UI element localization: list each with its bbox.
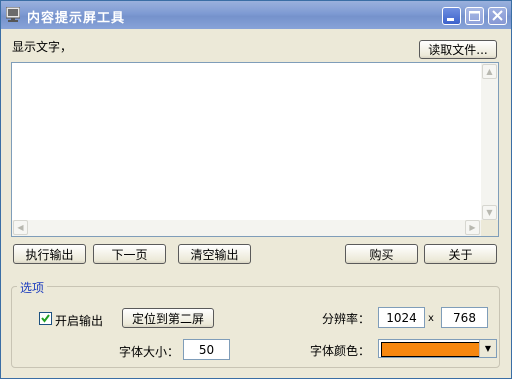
about-button[interactable]: 关于 bbox=[424, 244, 497, 264]
enable-output-label: 开启输出 bbox=[55, 314, 104, 328]
font-size-label: 字体大小： bbox=[119, 345, 180, 359]
clear-output-button[interactable]: 清空输出 bbox=[178, 244, 251, 264]
resolution-height-input[interactable] bbox=[441, 307, 488, 328]
buy-button[interactable]: 购买 bbox=[345, 244, 418, 264]
font-color-label: 字体颜色： bbox=[310, 344, 371, 358]
maximize-icon bbox=[469, 11, 480, 21]
chevron-left-icon: ◀ bbox=[17, 223, 24, 232]
minimize-button[interactable] bbox=[442, 7, 461, 25]
resolution-label: 分辨率： bbox=[322, 312, 371, 326]
enable-output-checkbox[interactable] bbox=[39, 312, 52, 325]
horizontal-scrollbar[interactable]: ◀ ▶ bbox=[12, 220, 481, 236]
minimize-icon bbox=[447, 18, 454, 21]
maximize-button[interactable] bbox=[465, 7, 484, 25]
locate-second-screen-button[interactable]: 定位到第二屏 bbox=[122, 308, 214, 328]
scroll-down-arrow[interactable]: ▼ bbox=[482, 205, 497, 220]
display-text-label: 显示文字， bbox=[12, 40, 73, 54]
close-icon bbox=[492, 10, 503, 21]
font-color-select[interactable]: ▼ bbox=[378, 339, 497, 358]
window-title: 内容提示屏工具 bbox=[27, 11, 126, 26]
scroll-left-arrow[interactable]: ◀ bbox=[13, 220, 28, 235]
close-button[interactable] bbox=[488, 7, 507, 25]
next-page-button[interactable]: 下一页 bbox=[93, 244, 166, 264]
checkmark-icon bbox=[41, 314, 50, 323]
title-bar: 内容提示屏工具 bbox=[1, 1, 511, 29]
scrollbar-corner bbox=[481, 220, 498, 236]
font-size-input[interactable] bbox=[183, 339, 230, 360]
font-color-swatch bbox=[381, 342, 481, 357]
read-file-button[interactable]: 读取文件... bbox=[419, 40, 497, 59]
options-group-title: 选项 bbox=[17, 279, 48, 296]
chevron-down-icon: ▼ bbox=[486, 208, 493, 217]
vertical-scrollbar[interactable]: ▲ ▼ bbox=[481, 63, 498, 221]
chevron-up-icon: ▲ bbox=[486, 67, 493, 76]
execute-output-button[interactable]: 执行输出 bbox=[13, 244, 86, 264]
dropdown-button[interactable]: ▼ bbox=[479, 340, 496, 357]
scroll-right-arrow[interactable]: ▶ bbox=[465, 220, 480, 235]
chevron-right-icon: ▶ bbox=[469, 223, 476, 232]
scroll-up-arrow[interactable]: ▲ bbox=[482, 64, 497, 79]
resolution-width-input[interactable] bbox=[378, 307, 425, 328]
resolution-separator: x bbox=[428, 313, 434, 324]
app-icon bbox=[6, 7, 20, 22]
display-text-area[interactable]: ▲ ▼ ◀ ▶ bbox=[11, 62, 499, 237]
chevron-down-icon: ▼ bbox=[484, 344, 492, 353]
